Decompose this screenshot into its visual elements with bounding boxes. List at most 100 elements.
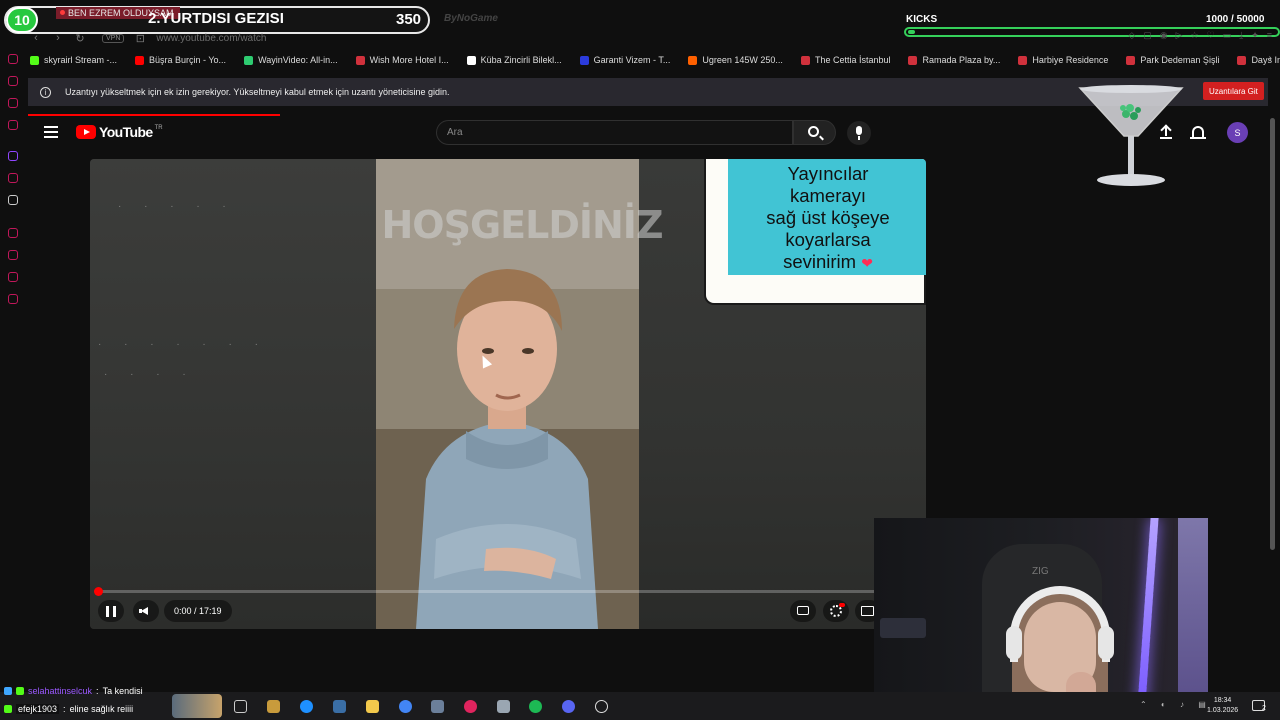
camera-icon[interactable]: ◉ xyxy=(1160,30,1168,41)
sidebar-tasks-icon[interactable] xyxy=(8,250,18,260)
sidebar-home-icon[interactable] xyxy=(8,54,18,64)
search-input[interactable]: Ara xyxy=(436,120,793,145)
spotify-icon[interactable] xyxy=(529,700,542,713)
system-tray[interactable]: ⌃ ◐ ♪ ▤ xyxy=(1140,700,1212,709)
bookmark-item[interactable]: Garanti Vizem - T... xyxy=(579,55,671,65)
explorer-icon[interactable] xyxy=(366,700,379,713)
reload-icon[interactable]: ↻ xyxy=(74,32,86,45)
bookmark-item[interactable]: Park Dedeman Şişli xyxy=(1126,55,1219,65)
sidebar-messages-icon[interactable] xyxy=(8,76,18,86)
settings-icon[interactable]: ≡ xyxy=(1267,30,1272,41)
bookmark-item[interactable]: Ramada Plaza by... xyxy=(908,55,1000,65)
clock-time: 18:34 xyxy=(1213,697,1232,704)
pause-button[interactable] xyxy=(98,600,124,622)
task-view-icon[interactable] xyxy=(234,700,247,713)
back-icon[interactable]: ‹ xyxy=(30,32,42,44)
stream-brand-logo: ByNoGame xyxy=(444,13,498,24)
vpn-badge[interactable]: VPN xyxy=(102,33,125,43)
bookmark-label: Garanti Vizem - T... xyxy=(593,55,671,65)
bookmark-label: Küba Zincirli Bilekl... xyxy=(480,55,562,65)
screenshot-icon[interactable]: ▢ xyxy=(1143,30,1152,41)
scrubber-handle[interactable] xyxy=(94,587,103,596)
sticker-line: sevinirim xyxy=(783,251,857,272)
bookmark-label: Ramada Plaza by... xyxy=(922,55,1001,65)
sticker-line: koyarlarsa xyxy=(785,229,871,250)
bookmark-item[interactable]: WayinVideo: All-in... xyxy=(244,55,338,65)
wayin-icon xyxy=(244,55,254,65)
streamer-webcam: ZIG xyxy=(874,518,1208,706)
chrome-icon[interactable] xyxy=(399,700,412,713)
url-text[interactable]: www.youtube.com/watch xyxy=(156,33,266,44)
bookmark-item[interactable]: Ugreen 145W 250... xyxy=(688,55,783,65)
blurred-background-left xyxy=(90,159,376,629)
hotel-icon xyxy=(1018,55,1028,65)
address-bar[interactable]: ‹ › ↻ VPN ⊡ www.youtube.com/watch ◇ ▢ ◉ … xyxy=(30,30,1280,46)
decorative-dots: · · · · · xyxy=(118,201,236,212)
app-icon[interactable] xyxy=(431,700,444,713)
extension-icon[interactable]: ◇ xyxy=(1128,30,1135,41)
sidebar-music-icon[interactable] xyxy=(8,228,18,238)
app-icon[interactable] xyxy=(497,700,510,713)
youtube-logo[interactable]: YouTube TR xyxy=(76,124,163,140)
account-avatar[interactable]: S xyxy=(1227,122,1248,143)
sticker-text: Yayıncılar kamerayı sağ üst köşeye koyar… xyxy=(728,159,926,275)
mute-button[interactable] xyxy=(133,600,159,622)
shop-icon xyxy=(466,55,476,65)
sidebar-mail-icon[interactable] xyxy=(8,98,18,108)
page-scrollbar[interactable] xyxy=(1270,118,1275,550)
x-icon[interactable] xyxy=(8,195,18,205)
neon-panel xyxy=(1178,518,1208,706)
settings-button[interactable] xyxy=(823,600,849,622)
microphone-icon xyxy=(856,126,862,135)
bookmark-item[interactable]: Wish More Hotel I... xyxy=(355,55,449,65)
wallet-icon[interactable]: ▭ xyxy=(1223,30,1232,41)
bookmarks-bar: skyrairl Stream -... Büşra Burçin - Yo...… xyxy=(30,52,1280,68)
video-progress-bar[interactable] xyxy=(98,590,926,593)
edge-icon[interactable] xyxy=(300,700,313,713)
bookmark-item[interactable]: Küba Zincirli Bilekl... xyxy=(466,55,562,65)
obs-icon[interactable] xyxy=(595,700,608,713)
sidebar-history-icon[interactable] xyxy=(8,272,18,282)
notifications-bell-icon[interactable] xyxy=(1192,126,1204,137)
opera-icon[interactable] xyxy=(464,700,477,713)
bookmark-icon[interactable]: ☆ xyxy=(1191,30,1199,41)
hamburger-menu-icon[interactable] xyxy=(44,126,58,138)
ai-icon[interactable]: ✦ xyxy=(1251,30,1259,41)
forward-icon[interactable]: › xyxy=(52,32,64,44)
sidebar-news-icon[interactable] xyxy=(8,120,18,130)
video-player[interactable]: HOŞGELDİNİZ · · · · · · · · · · · · · · … xyxy=(90,159,926,629)
subtitles-button[interactable] xyxy=(790,600,816,622)
bookmark-label: The Cettia İstanbul xyxy=(814,55,891,65)
league-icon[interactable] xyxy=(267,700,280,713)
bookmark-label: Park Dedeman Şişli xyxy=(1140,55,1220,65)
bookmark-item[interactable]: skyrairl Stream -... xyxy=(30,55,117,65)
play-icon[interactable]: ▷ xyxy=(1176,30,1183,41)
instagram-icon[interactable] xyxy=(8,173,18,183)
neon-light xyxy=(1137,518,1159,706)
headset-earcup xyxy=(1098,626,1114,660)
chevron-right-icon[interactable]: › xyxy=(1269,53,1272,64)
heart-icon[interactable]: ♡ xyxy=(1207,30,1215,41)
go-to-extensions-button[interactable]: Uzantılara Git xyxy=(1203,82,1264,100)
weather-widget[interactable] xyxy=(172,694,222,718)
bookmark-item[interactable]: Büşra Burçin - Yo... xyxy=(135,55,226,65)
hb-icon xyxy=(688,55,698,65)
sidebar-settings-icon[interactable] xyxy=(8,294,18,304)
level-badge: 10 xyxy=(6,7,38,33)
store-icon[interactable] xyxy=(333,700,346,713)
bookmark-label: Days Inn By Wynd... xyxy=(1251,55,1280,65)
bookmark-item[interactable]: Harbiye Residence xyxy=(1018,55,1108,65)
bookmark-item[interactable]: The Cettia İstanbul xyxy=(800,55,891,65)
voice-search-button[interactable] xyxy=(847,121,871,145)
discord-icon[interactable] xyxy=(562,700,575,713)
bookmark-item[interactable]: Days Inn By Wynd... xyxy=(1237,55,1280,65)
lock-icon[interactable]: ⊡ xyxy=(134,32,146,45)
chat-badge-icon xyxy=(16,687,24,695)
screen: 10 BEN EZREM OLDUYSAM 2.YURTDISI GEZISI … xyxy=(0,0,1280,720)
browser-sidebar xyxy=(0,48,26,688)
search-button[interactable] xyxy=(793,120,836,145)
chat-separator: : xyxy=(96,686,99,696)
download-icon[interactable]: ⤓ xyxy=(1239,30,1243,41)
twitch-icon[interactable] xyxy=(8,151,18,161)
taskbar-clock[interactable]: 18:34 1.03.2026 xyxy=(1207,696,1238,716)
